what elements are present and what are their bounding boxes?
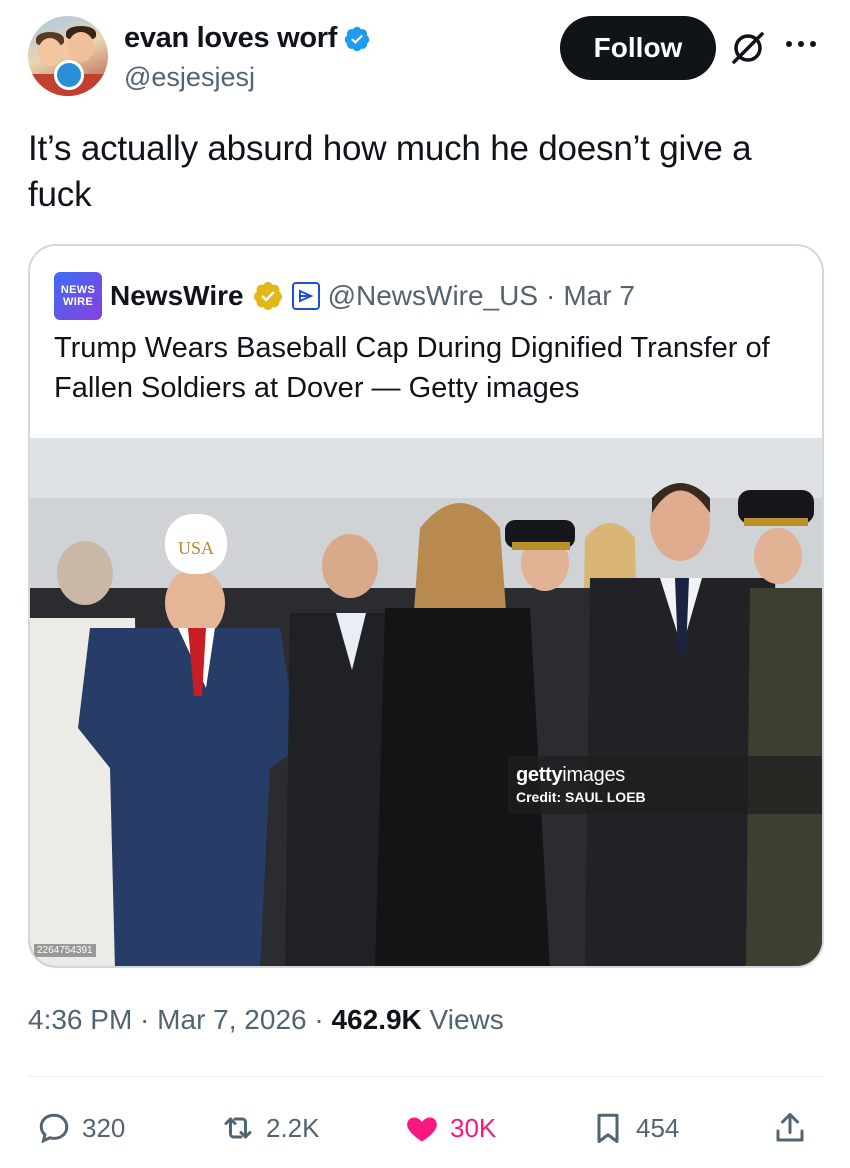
tweet-header: evan loves worf @esjesjesj Follow (28, 16, 828, 100)
logo-line-1: NEWS (60, 284, 96, 296)
like-button[interactable]: 30K (404, 1100, 496, 1156)
photo-id-label: 2264754391 (34, 944, 96, 957)
reply-icon (39, 1113, 69, 1144)
share-button[interactable] (772, 1100, 808, 1156)
quoted-tweet-photo[interactable]: USA gettyimages Credit: SAUL LOEB 226475… (30, 438, 822, 966)
meta-separator-2: · (306, 1004, 332, 1035)
avatar-face-right (68, 32, 94, 62)
getty-credit: Credit: SAUL LOEB (516, 789, 646, 805)
follow-button[interactable]: Follow (560, 16, 716, 80)
quoted-author-handle[interactable]: @NewsWire_US (328, 280, 538, 312)
bookmark-button[interactable]: 454 (590, 1100, 679, 1156)
getty-watermark: gettyimages Credit: SAUL LOEB (508, 756, 822, 814)
getty-brand-bold: getty (516, 764, 563, 786)
author-display-name[interactable]: evan loves worf (124, 22, 337, 55)
avatar-face-left (38, 38, 62, 66)
repost-button[interactable]: 2.2K (220, 1100, 320, 1156)
like-count: 30K (450, 1112, 497, 1143)
author-avatar[interactable] (28, 16, 108, 96)
quoted-tweet-date[interactable]: Mar 7 (563, 280, 635, 312)
gold-verified-badge-icon (253, 282, 282, 310)
avatar-plush-toy (54, 60, 84, 90)
heart-icon (407, 1117, 437, 1142)
affiliate-badge-icon[interactable] (291, 282, 320, 310)
getty-brand: gettyimages (516, 764, 818, 787)
view-count: 462.9K (331, 1004, 422, 1035)
repost-count: 2.2K (266, 1112, 320, 1143)
more-options-icon[interactable] (786, 34, 826, 54)
meta-separator-1: · (132, 1004, 158, 1035)
verified-badge-icon (344, 26, 370, 51)
tweet-text: It’s actually absurd how much he doesn’t… (28, 129, 752, 214)
separator-dot: · (546, 280, 556, 311)
bookmark-count: 454 (636, 1112, 680, 1143)
action-bar: 320 2.2K 30K 454 (28, 1100, 824, 1156)
divider (28, 1076, 824, 1077)
tweet-date[interactable]: Mar 7, 2026 (157, 1004, 306, 1035)
author-name-row[interactable]: evan loves worf (124, 22, 371, 55)
logo-line-2: WIRE (63, 296, 93, 308)
repost-icon (224, 1117, 252, 1139)
quoted-tweet-header: NEWS WIRE NewsWire @NewsWire_US · Mar 7 (54, 272, 635, 320)
cap-text: USA (178, 538, 214, 558)
bookmark-icon (597, 1113, 619, 1143)
getty-brand-light: images (562, 764, 625, 786)
share-icon (776, 1113, 804, 1142)
grok-icon[interactable] (728, 28, 768, 68)
photo-illustration: USA (30, 438, 822, 966)
quoted-tweet-card[interactable]: NEWS WIRE NewsWire @NewsWire_US · Mar 7 … (28, 244, 824, 968)
quoted-author-name[interactable]: NewsWire (110, 280, 244, 312)
author-handle[interactable]: @esjesjesj (124, 62, 255, 93)
views-label: Views (421, 1004, 504, 1035)
tweet-time[interactable]: 4:36 PM (28, 1004, 132, 1035)
newswire-logo-avatar[interactable]: NEWS WIRE (54, 272, 102, 320)
reply-button[interactable]: 320 (36, 1100, 125, 1156)
tweet-meta: 4:36 PM · Mar 7, 2026 · 462.9K Views (28, 1004, 504, 1036)
reply-count: 320 (82, 1112, 126, 1143)
quoted-tweet-text: Trump Wears Baseball Cap During Dignifie… (54, 332, 770, 404)
